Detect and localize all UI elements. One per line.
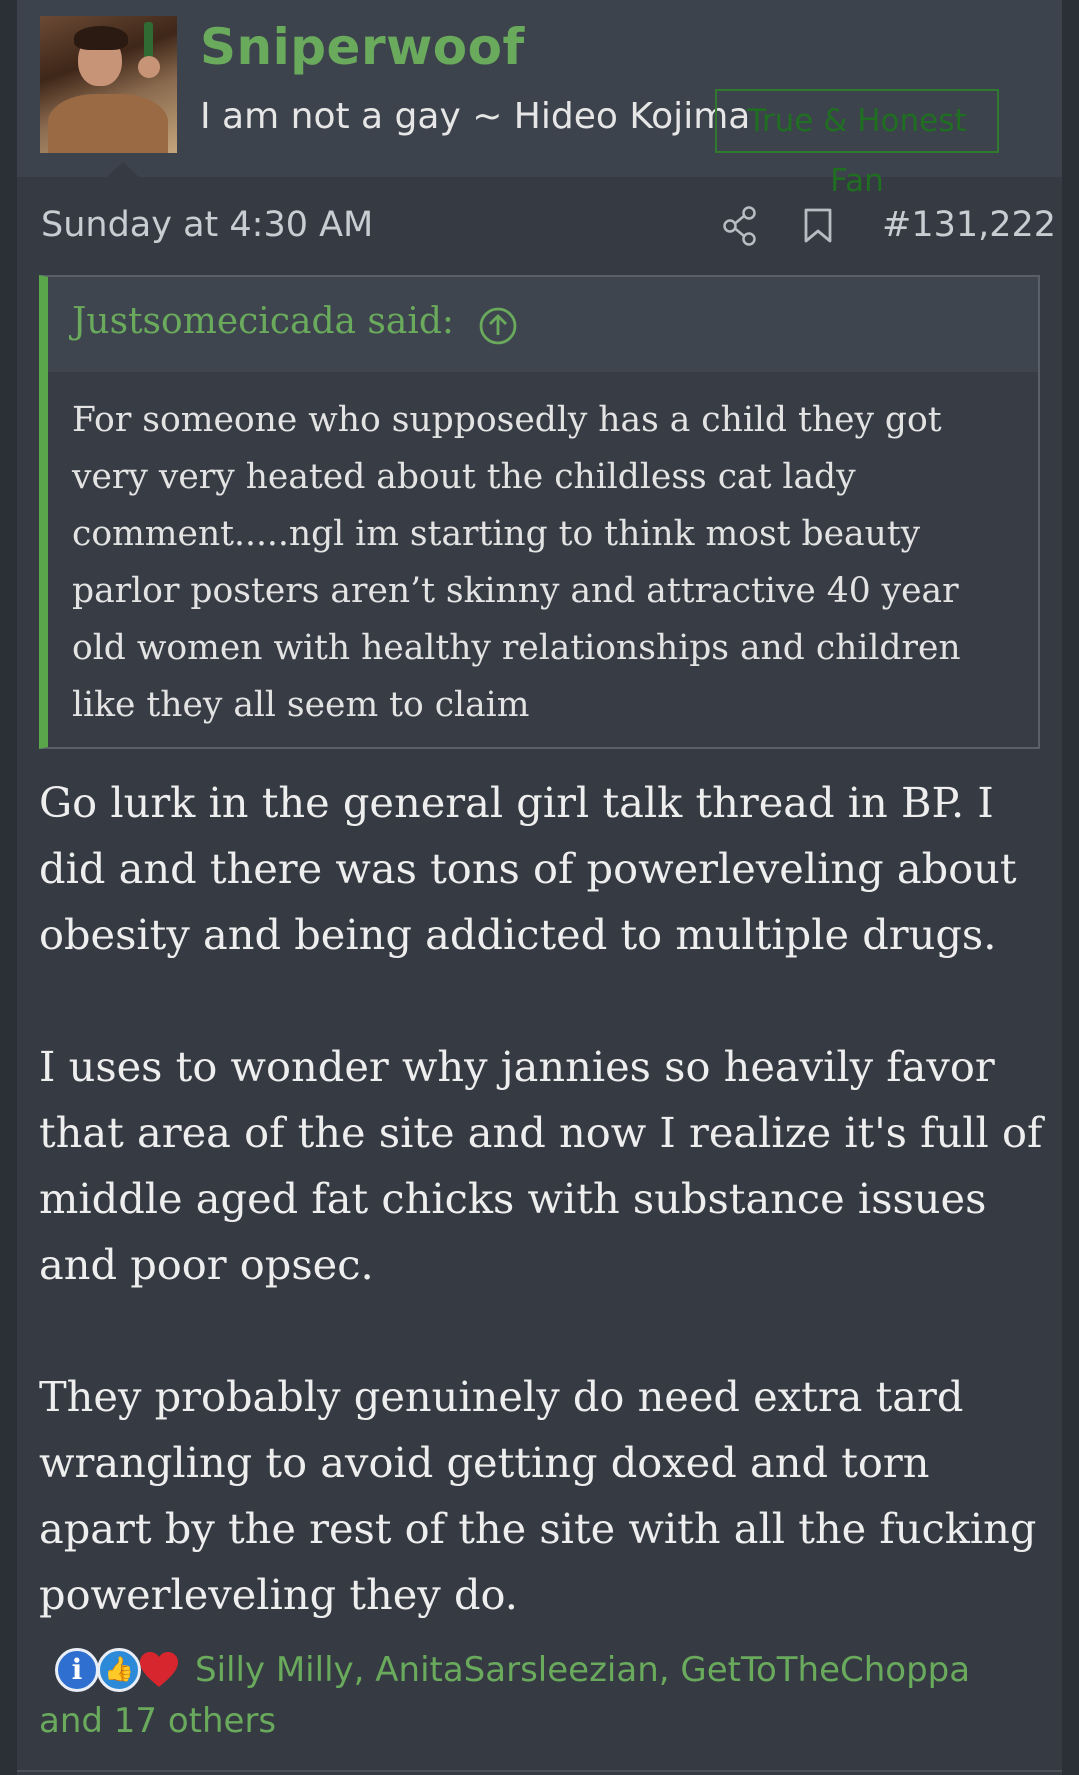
user-title: I am not a gay ~ Hideo Kojima: [200, 96, 751, 137]
avatar-hair-shape: [74, 26, 128, 50]
post-paragraph: Go lurk in the general girl talk thread …: [39, 778, 1017, 959]
avatar-body-shape: [48, 94, 168, 153]
informative-icon: i: [55, 1648, 99, 1692]
reactions-list-link[interactable]: Silly Milly, AnitaSarsleezian, GetToTheC…: [39, 1645, 1039, 1747]
reactions-bar[interactable]: Silly Milly, AnitaSarsleezian, GetToTheC…: [39, 1645, 1049, 1745]
reaction-icons: i 👍: [39, 1645, 179, 1697]
bookmark-icon[interactable]: [803, 208, 833, 244]
share-icon[interactable]: [722, 206, 758, 246]
avatar-hand-shape: [138, 56, 160, 78]
post-body: Go lurk in the general girl talk thread …: [39, 770, 1049, 1628]
post-paragraph: I uses to wonder why jannies so heavily …: [39, 1042, 1043, 1289]
user-avatar[interactable]: [40, 16, 177, 153]
user-banner: True & Honest Fan: [715, 89, 999, 199]
post-container: Sniperwoof I am not a gay ~ Hideo Kojima…: [17, 0, 1062, 1775]
header-caret: [107, 162, 139, 177]
quote-block: Justsomecicada said: For someone who sup…: [39, 275, 1040, 749]
post-number-link[interactable]: #131,222: [882, 205, 1056, 245]
username-link[interactable]: Sniperwoof: [200, 18, 525, 76]
divider: [17, 1770, 1062, 1772]
post-date-link[interactable]: Sunday at 4:30 AM: [41, 205, 373, 245]
quote-text: For someone who supposedly has a child t…: [72, 400, 961, 725]
quote-header: Justsomecicada said:: [48, 277, 1038, 372]
love-icon: [140, 1652, 178, 1687]
arrow-up-circle-icon[interactable]: [478, 306, 518, 346]
like-icon: 👍: [97, 1648, 141, 1692]
quote-author-link[interactable]: Justsomecicada said:: [72, 301, 454, 342]
post-paragraph: They probably genuinely do need extra ta…: [39, 1372, 1037, 1619]
user-header: Sniperwoof I am not a gay ~ Hideo Kojima…: [17, 0, 1062, 199]
